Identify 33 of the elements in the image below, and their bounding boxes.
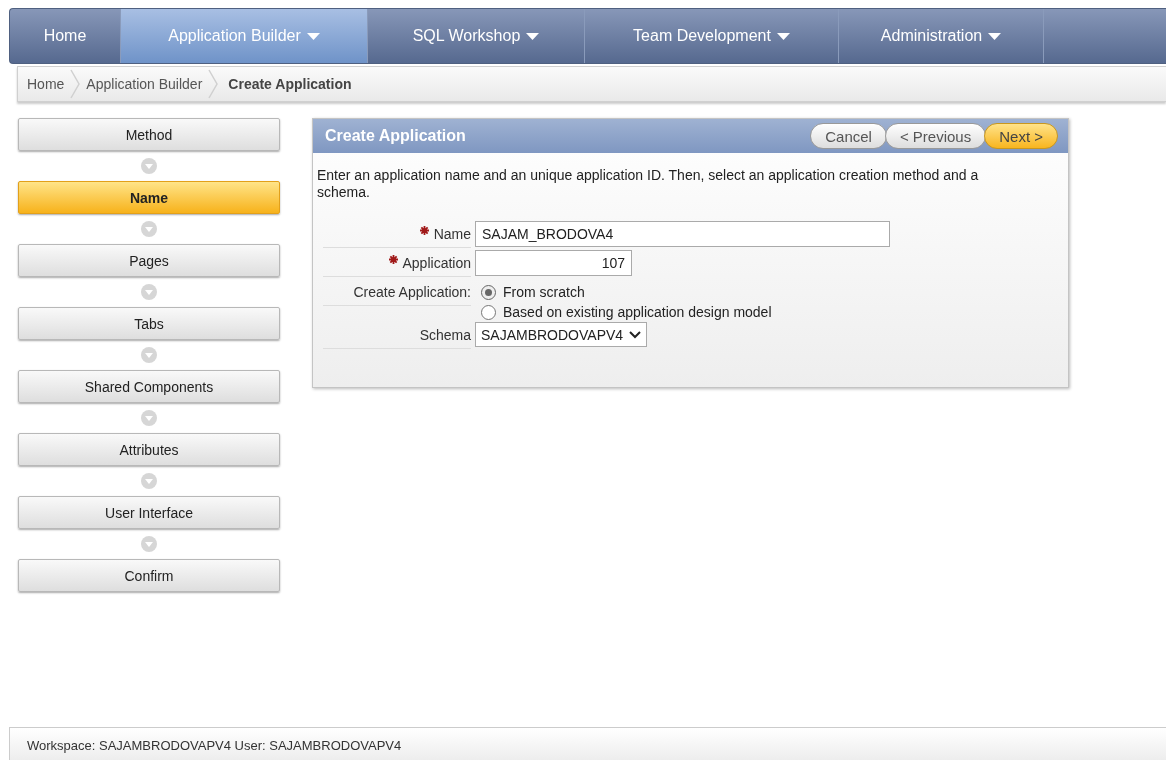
field-label: Name xyxy=(433,226,471,242)
radio-label: Based on existing application design model xyxy=(503,304,772,320)
wizard-step[interactable]: Pages xyxy=(18,244,280,277)
wizard-button[interactable]: Next > xyxy=(984,123,1058,149)
wizard-button[interactable]: < Previous xyxy=(884,123,987,149)
instructions-text: Enter an application name and an unique application ID. Then, select an application creation method and a schema. xyxy=(317,167,980,201)
wizard-step[interactable]: Method xyxy=(18,118,280,151)
wizard-step[interactable]: Attributes xyxy=(18,433,280,466)
radio-button[interactable] xyxy=(481,304,496,320)
status-text: Workspace: SAJAMBRODOVAPV4 User: SAJAMBRODOVAPV4 xyxy=(27,737,402,753)
radio-label: From scratch xyxy=(503,284,585,300)
chevron-icon xyxy=(208,69,219,99)
nav-tab[interactable]: Team Development xyxy=(585,9,839,63)
wizard-step[interactable]: Confirm xyxy=(18,559,280,592)
panel-title: Create Application xyxy=(325,127,466,145)
schema-select[interactable]: SAJAMBRODOVAPV4 xyxy=(475,322,648,347)
wizard-step[interactable]: User Interface xyxy=(18,496,280,529)
field-label: Create Application: xyxy=(353,284,471,300)
field-label: Schema xyxy=(419,327,471,343)
wizard-step[interactable]: Name xyxy=(18,181,280,214)
application-id-field[interactable]: 107 xyxy=(475,250,632,276)
nav-tab[interactable]: Administration xyxy=(839,9,1044,63)
radio-button[interactable] xyxy=(481,284,496,300)
wizard-step[interactable]: Shared Components xyxy=(18,370,280,403)
breadcrumb-link[interactable]: Home xyxy=(27,76,65,92)
wizard-step[interactable]: Tabs xyxy=(18,307,280,340)
nav-tab[interactable]: SQL Workshop xyxy=(368,9,585,63)
breadcrumb-link[interactable]: Application Builder xyxy=(86,76,203,92)
chevron-icon xyxy=(70,69,81,99)
wizard-button[interactable]: Cancel xyxy=(810,123,887,149)
field-label: Application xyxy=(402,255,471,271)
chevron-down-icon xyxy=(629,330,642,339)
name-input-field[interactable]: SAJAM_BRODOVA4 xyxy=(475,221,890,247)
